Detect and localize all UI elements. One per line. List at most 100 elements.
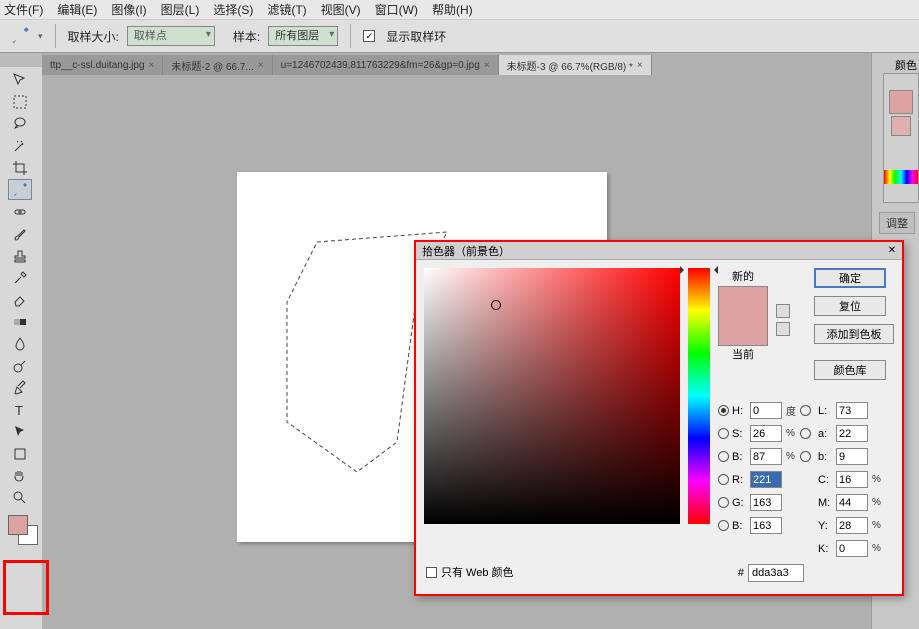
panel-bg-swatch[interactable] <box>891 116 911 136</box>
sv-cursor[interactable] <box>491 300 501 310</box>
tool-panel-grip[interactable] <box>0 53 42 67</box>
gamut-warning-icon[interactable] <box>776 304 790 318</box>
menu-help[interactable]: 帮助(H) <box>432 1 473 18</box>
menu-layer[interactable]: 图层(L) <box>161 1 200 18</box>
brush-tool[interactable] <box>8 223 32 244</box>
shape-tool[interactable] <box>8 443 32 464</box>
h-label: H: <box>732 405 750 417</box>
panel-hue-strip[interactable] <box>884 170 918 184</box>
marquee-tool[interactable] <box>8 91 32 112</box>
radio-b[interactable] <box>718 451 729 462</box>
stamp-tool[interactable] <box>8 245 32 266</box>
c-input[interactable] <box>836 471 868 488</box>
hue-marker[interactable] <box>684 266 714 272</box>
current-color-swatch[interactable] <box>718 316 768 346</box>
menu-window[interactable]: 窗口(W) <box>375 1 418 18</box>
new-label: 新的 <box>732 268 754 284</box>
path-select-tool[interactable] <box>8 421 32 442</box>
r-input[interactable] <box>750 471 782 488</box>
sample-size-dropdown[interactable]: 取样点 <box>127 26 215 46</box>
k-input[interactable] <box>836 540 868 557</box>
close-icon[interactable]: × <box>484 60 490 71</box>
hue-slider[interactable] <box>688 268 710 524</box>
menu-file[interactable]: 文件(F) <box>4 1 43 18</box>
m-input[interactable] <box>836 494 868 511</box>
gradient-tool[interactable] <box>8 311 32 332</box>
close-icon[interactable]: ✕ <box>885 244 899 258</box>
y-label: Y: <box>818 520 836 532</box>
tab-label: u=1246702439,811763229&fm=26&gp=0.jpg <box>281 60 480 71</box>
hand-tool[interactable] <box>8 465 32 486</box>
color-panel-label[interactable]: 颜色 <box>895 57 917 73</box>
picker-title: 拾色器（前景色） <box>422 243 510 259</box>
menu-view[interactable]: 视图(V) <box>321 1 361 18</box>
color-lib-button[interactable]: 颜色库 <box>814 360 886 380</box>
reset-button[interactable]: 复位 <box>814 296 886 316</box>
a-input[interactable] <box>836 425 868 442</box>
bb-input[interactable] <box>750 517 782 534</box>
radio-bb[interactable] <box>718 520 729 531</box>
websafe-warning-icon[interactable] <box>776 322 790 336</box>
doc-tab-1[interactable]: 未标题-2 @ 66.7...× <box>163 55 272 75</box>
foreground-color[interactable] <box>8 515 28 535</box>
k-label: K: <box>818 543 836 555</box>
radio-s[interactable] <box>718 428 729 439</box>
history-brush-tool[interactable] <box>8 267 32 288</box>
menu-edit[interactable]: 编辑(E) <box>57 1 97 18</box>
show-ring-checkbox[interactable]: ✓ <box>363 30 375 42</box>
new-color-swatch[interactable] <box>718 286 768 316</box>
radio-l[interactable] <box>800 405 811 416</box>
pct-label: % <box>784 451 800 462</box>
heal-tool[interactable] <box>8 201 32 222</box>
add-swatch-button[interactable]: 添加到色板 <box>814 324 894 344</box>
s-input[interactable] <box>750 425 782 442</box>
color-swatch[interactable] <box>8 515 38 545</box>
b2-input[interactable] <box>836 448 868 465</box>
doc-tab-2[interactable]: u=1246702439,811763229&fm=26&gp=0.jpg × <box>273 55 499 75</box>
y-input[interactable] <box>836 517 868 534</box>
radio-h[interactable] <box>718 405 729 416</box>
current-label: 当前 <box>732 346 754 362</box>
ok-button[interactable]: 确定 <box>814 268 886 288</box>
l-input[interactable] <box>836 402 868 419</box>
b-input[interactable] <box>750 448 782 465</box>
h-input[interactable] <box>750 402 782 419</box>
lasso-tool[interactable] <box>8 113 32 134</box>
type-tool[interactable]: T <box>8 399 32 420</box>
pen-tool[interactable] <box>8 377 32 398</box>
radio-b2[interactable] <box>800 451 811 462</box>
radio-a[interactable] <box>800 428 811 439</box>
sample-dropdown[interactable]: 所有图层 <box>268 26 338 46</box>
adjust-panel-label[interactable]: 调整 <box>879 212 915 234</box>
radio-g[interactable] <box>718 497 729 508</box>
menu-image[interactable]: 图像(I) <box>111 1 146 18</box>
doc-tab-0[interactable]: ttp__c-ssl.duitang.jpg× <box>42 55 163 75</box>
crop-tool[interactable] <box>8 157 32 178</box>
tab-label: 未标题-3 @ 66.7%(RGB/8) * <box>507 58 633 73</box>
dodge-tool[interactable] <box>8 355 32 376</box>
saturation-value-field[interactable] <box>424 268 680 524</box>
eyedropper-icon[interactable] <box>10 26 30 46</box>
radio-r[interactable] <box>718 474 729 485</box>
blur-tool[interactable] <box>8 333 32 354</box>
r-label: R: <box>732 474 750 486</box>
eyedropper-tool[interactable] <box>8 179 32 200</box>
close-icon[interactable]: × <box>258 60 264 71</box>
dropdown-arrow-icon[interactable]: ▾ <box>38 31 43 42</box>
close-icon[interactable]: × <box>149 60 155 71</box>
pct-label: % <box>870 474 886 485</box>
close-icon[interactable]: × <box>637 60 643 71</box>
zoom-tool[interactable] <box>8 487 32 508</box>
web-only-checkbox[interactable]: 只有 Web 颜色 <box>426 564 514 580</box>
hex-input[interactable] <box>748 564 804 582</box>
l-label: L: <box>818 405 836 417</box>
eraser-tool[interactable] <box>8 289 32 310</box>
color-mini-panel[interactable] <box>883 73 919 203</box>
move-tool[interactable] <box>8 69 32 90</box>
panel-fg-swatch[interactable] <box>889 90 913 114</box>
menu-select[interactable]: 选择(S) <box>213 1 253 18</box>
wand-tool[interactable] <box>8 135 32 156</box>
g-input[interactable] <box>750 494 782 511</box>
doc-tab-3[interactable]: 未标题-3 @ 66.7%(RGB/8) * × <box>499 55 652 75</box>
menu-filter[interactable]: 滤镜(T) <box>267 1 306 18</box>
